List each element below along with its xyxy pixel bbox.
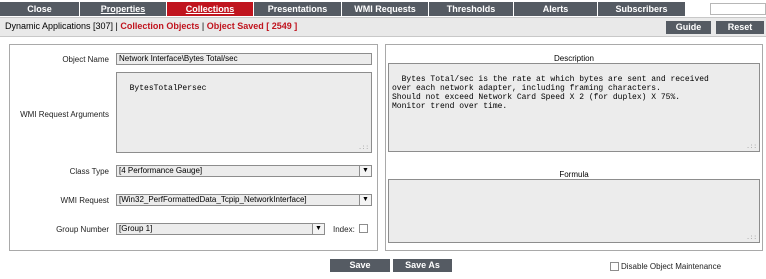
- tab-collections[interactable]: Collections: [167, 2, 254, 16]
- chevron-down-icon[interactable]: ▼: [359, 195, 371, 205]
- wmi-request-arguments-value: BytesTotalPersec: [129, 84, 207, 93]
- disable-object-maintenance-checkbox[interactable]: [610, 262, 619, 271]
- tab-subscribers[interactable]: Subscribers: [598, 2, 686, 16]
- tab-subscribers-label: Subscribers: [615, 4, 668, 14]
- tab-wmi-requests-label: WMI Requests: [354, 4, 416, 14]
- chevron-down-icon[interactable]: ▼: [312, 224, 324, 234]
- disable-object-maintenance-label: Disable Object Maintenance: [621, 262, 722, 271]
- tab-bar-blank: [710, 3, 766, 15]
- breadcrumb: Dynamic Applications [307] | Collection …: [5, 21, 297, 31]
- tab-properties-label: Properties: [100, 4, 146, 14]
- reset-button-label: Reset: [727, 22, 753, 32]
- class-type-select[interactable]: [4 Performance Gauge] ▼: [116, 165, 372, 177]
- tab-thresholds-label: Thresholds: [446, 4, 496, 14]
- wmi-request-value: [Win32_PerfFormattedData_Tcpip_NetworkIn…: [119, 195, 307, 204]
- tab-collections-label: Collections: [185, 4, 235, 14]
- save-as-button[interactable]: Save As: [393, 259, 452, 272]
- index-label: Index:: [333, 225, 355, 234]
- index-checkbox[interactable]: [359, 224, 368, 233]
- object-name-label: Object Name: [62, 55, 109, 64]
- class-type-label: Class Type: [69, 167, 109, 176]
- breadcrumb-prefix: Dynamic Applications [307] |: [5, 21, 121, 31]
- description-label: Description: [553, 54, 594, 63]
- chevron-down-icon[interactable]: ▼: [359, 166, 371, 176]
- formula-label: Formula: [559, 170, 589, 179]
- tab-close-label: Close: [27, 4, 52, 14]
- tab-properties[interactable]: Properties: [80, 2, 167, 16]
- wmi-request-select[interactable]: [Win32_PerfFormattedData_Tcpip_NetworkIn…: [116, 194, 372, 206]
- save-as-button-label: Save As: [405, 260, 440, 270]
- tab-thresholds[interactable]: Thresholds: [429, 2, 514, 16]
- guide-button-label: Guide: [675, 22, 702, 32]
- guide-button[interactable]: Guide: [666, 21, 711, 34]
- title-bar: Dynamic Applications [307] | Collection …: [0, 17, 766, 37]
- formula-textarea[interactable]: .::: [388, 179, 760, 243]
- breadcrumb-separator: |: [199, 21, 207, 31]
- tab-close[interactable]: Close: [0, 2, 80, 16]
- tab-presentations-label: Presentations: [267, 4, 328, 14]
- tab-bar: Close Properties Collections Presentatio…: [0, 0, 766, 17]
- tab-alerts-label: Alerts: [542, 4, 569, 14]
- save-button[interactable]: Save: [330, 259, 390, 272]
- tab-alerts[interactable]: Alerts: [514, 2, 598, 16]
- resize-grip-icon[interactable]: .::: [746, 235, 757, 241]
- tab-wmi-requests[interactable]: WMI Requests: [342, 2, 429, 16]
- resize-grip-icon[interactable]: .::: [358, 145, 369, 151]
- wmi-request-arguments-label: WMI Request Arguments: [20, 110, 109, 119]
- reset-button[interactable]: Reset: [716, 21, 764, 34]
- description-value: Bytes Total/sec is the rate at which byt…: [392, 75, 709, 111]
- tab-presentations[interactable]: Presentations: [254, 2, 342, 16]
- breadcrumb-saved-status: Object Saved [ 2549 ]: [206, 21, 298, 31]
- wmi-request-label: WMI Request: [60, 196, 109, 205]
- description-textarea[interactable]: Bytes Total/sec is the rate at which byt…: [388, 63, 760, 152]
- class-type-value: [4 Performance Gauge]: [119, 166, 203, 175]
- object-name-input[interactable]: Network Interface\Bytes Total/sec: [116, 53, 372, 65]
- wmi-request-arguments-textarea[interactable]: BytesTotalPersec .::: [116, 72, 372, 153]
- group-number-label: Group Number: [56, 225, 109, 234]
- group-number-select[interactable]: [Group 1] ▼: [116, 223, 325, 235]
- save-button-label: Save: [349, 260, 371, 270]
- breadcrumb-collection: Collection Objects: [120, 21, 200, 31]
- resize-grip-icon[interactable]: .::: [746, 144, 757, 150]
- group-number-value: [Group 1]: [119, 224, 153, 233]
